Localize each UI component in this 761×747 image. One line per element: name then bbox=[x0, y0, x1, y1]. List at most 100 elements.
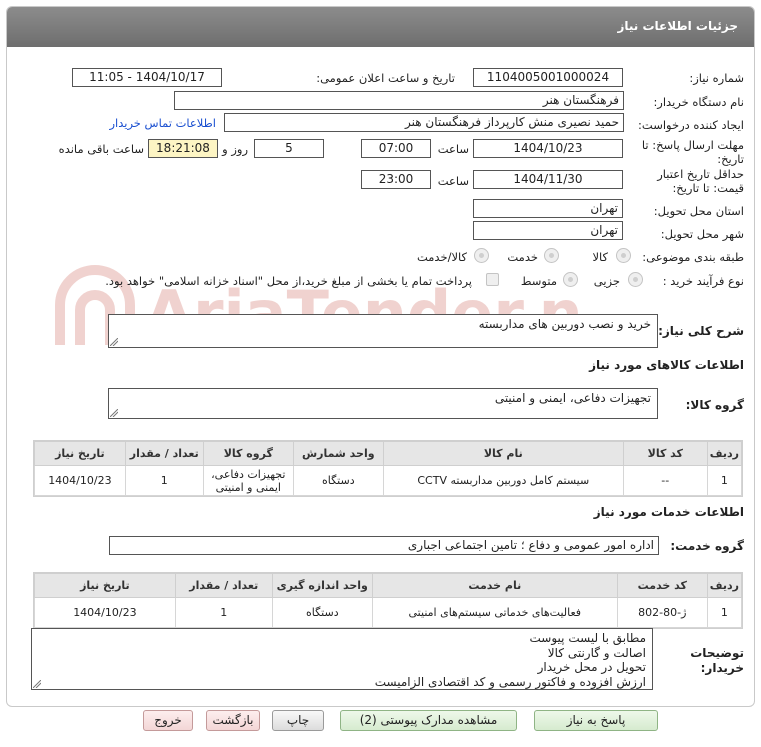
validity-date-field: 1404/11/30 bbox=[473, 170, 623, 189]
services-table: ردیف کد خدمت نام خدمت واحد اندازه گیری ت… bbox=[33, 572, 743, 629]
services-section-title: اطلاعات خدمات مورد نیاز bbox=[593, 505, 744, 519]
purchase-option-medium: متوسط bbox=[520, 274, 557, 288]
reply-button[interactable]: پاسخ به نیاز bbox=[534, 710, 658, 731]
days-label: روز و bbox=[222, 142, 248, 156]
province-field: تهران bbox=[473, 199, 623, 218]
goods-col-group: گروه کالا bbox=[202, 441, 294, 466]
purchase-radio-minor[interactable] bbox=[628, 272, 643, 287]
buyer-notes-label: توضیحات bbox=[690, 646, 744, 660]
category-option-goods: کالا bbox=[592, 250, 608, 264]
services-cell-row: 1 bbox=[706, 597, 743, 628]
services-col-qty: تعداد / مقدار bbox=[174, 573, 273, 598]
remaining-time-field: 18:21:08 bbox=[148, 139, 218, 158]
validity-time-field: 23:00 bbox=[361, 170, 431, 189]
goods-table-header: ردیف کد کالا نام کالا واحد شمارش گروه کا… bbox=[34, 441, 743, 466]
panel-header: جزئیات اطلاعات نیاز bbox=[7, 7, 754, 47]
buyer-note-line: مطابق با لیست پیوست bbox=[529, 631, 646, 645]
buyer-notes-field: مطابق با لیست پیوست اصالت و گارنتی کالا … bbox=[31, 628, 653, 690]
category-option-both: کالا/خدمت bbox=[416, 250, 467, 264]
city-field: تهران bbox=[473, 221, 623, 240]
services-col-name: نام خدمت bbox=[371, 573, 618, 598]
remaining-days-field: 5 bbox=[254, 139, 324, 158]
buyer-org-label: نام دستگاه خریدار: bbox=[653, 95, 744, 109]
resize-grip-icon bbox=[110, 338, 118, 346]
buyer-note-line: ارزش افزوده و فاکتور رسمی و کد اقتصادی ا… bbox=[374, 674, 646, 689]
table-row: 1 -- سیستم کامل دوربین مداربسته CCTV دست… bbox=[34, 465, 743, 496]
goods-cell-unit: دستگاه bbox=[292, 465, 384, 496]
remaining-label: ساعت باقی مانده bbox=[58, 142, 144, 156]
need-number-label: شماره نیاز: bbox=[689, 71, 744, 85]
services-cell-code: ژ-80-802 bbox=[616, 597, 708, 628]
goods-cell-name: سیستم کامل دوربین مداربسته CCTV bbox=[382, 465, 624, 496]
requester-field: حمید نصیری منش کارپرداز فرهنگستان هنر bbox=[224, 113, 624, 132]
services-col-date: تاریخ نیاز bbox=[34, 573, 176, 598]
category-radio-service[interactable] bbox=[544, 248, 559, 263]
buyer-note-line: اصالت و گارنتی کالا bbox=[547, 645, 646, 660]
validity-label: حداقل تاریخ اعتبار bbox=[657, 167, 744, 181]
goods-section-title: اطلاعات کالاهای مورد نیاز bbox=[589, 358, 744, 372]
services-table-header: ردیف کد خدمت نام خدمت واحد اندازه گیری ت… bbox=[34, 573, 743, 598]
back-button[interactable]: بازگشت bbox=[206, 710, 260, 731]
buyer-org-field: فرهنگستان هنر bbox=[174, 91, 624, 110]
exit-button[interactable]: خروج bbox=[143, 710, 193, 731]
services-group-label: گروه خدمت: bbox=[670, 539, 744, 553]
requester-label: ایجاد کننده درخواست: bbox=[638, 118, 744, 132]
announce-datetime-field: 1404/10/17 - 11:05 bbox=[72, 68, 222, 87]
treasury-note: پرداخت تمام یا بخشی از مبلغ خرید،از محل … bbox=[105, 274, 472, 288]
purchase-option-minor: جزیی bbox=[593, 274, 620, 288]
goods-col-code: کد کالا bbox=[622, 441, 708, 466]
services-cell-name: فعالیت‌های خدماتی سیستم‌های امنیتی bbox=[371, 597, 618, 628]
buyer-notes-label-2: خریدار: bbox=[700, 661, 744, 675]
table-row: 1 ژ-80-802 فعالیت‌های خدماتی سیستم‌های ا… bbox=[34, 597, 743, 628]
services-cell-qty: 1 bbox=[174, 597, 273, 628]
goods-col-name: نام کالا bbox=[382, 441, 624, 466]
print-button[interactable]: چاپ bbox=[272, 710, 324, 731]
validity-time-label: ساعت bbox=[437, 174, 469, 188]
announce-label: تاریخ و ساعت اعلان عمومی: bbox=[316, 71, 455, 85]
description-label: شرح کلی نیاز: bbox=[658, 324, 744, 338]
goods-cell-code: -- bbox=[622, 465, 708, 496]
goods-col-unit: واحد شمارش bbox=[292, 441, 384, 466]
validity-label-date: قیمت: تا تاریخ: bbox=[672, 181, 744, 195]
category-label: طبقه بندی موضوعی: bbox=[642, 250, 744, 264]
goods-cell-date: 1404/10/23 bbox=[34, 465, 126, 496]
services-col-unit: واحد اندازه گیری bbox=[271, 573, 373, 598]
goods-group-text: تجهیزات دفاعی، ایمنی و امنیتی bbox=[494, 391, 651, 405]
services-col-code: کد خدمت bbox=[616, 573, 708, 598]
goods-col-row: ردیف bbox=[706, 441, 743, 466]
deadline-time-label: ساعت bbox=[437, 142, 469, 156]
purchase-type-label: نوع فرآیند خرید : bbox=[662, 274, 744, 288]
goods-cell-group: تجهیزات دفاعی، ایمنی و امنیتی bbox=[202, 465, 294, 496]
buyer-contact-link[interactable]: اطلاعات تماس خریدار bbox=[109, 116, 216, 130]
goods-group-field: تجهیزات دفاعی، ایمنی و امنیتی bbox=[108, 388, 658, 419]
category-radio-both[interactable] bbox=[474, 248, 489, 263]
deadline-label: مهلت ارسال پاسخ: تا bbox=[641, 138, 744, 152]
deadline-label-date: تاریخ: bbox=[717, 152, 744, 166]
resize-grip-icon bbox=[33, 680, 41, 688]
services-group-field: اداره امور عمومی و دفاع ؛ تامین اجتماعی … bbox=[109, 536, 659, 555]
description-text: خرید و نصب دوربین های مداربسته bbox=[478, 317, 651, 331]
treasury-checkbox[interactable] bbox=[486, 273, 499, 286]
deadline-date-field: 1404/10/23 bbox=[473, 139, 623, 158]
services-cell-unit: دستگاه bbox=[271, 597, 373, 628]
province-label: استان محل تحویل: bbox=[653, 204, 744, 218]
category-radio-goods[interactable] bbox=[616, 248, 631, 263]
buyer-note-line: تحویل در محل خریدار bbox=[537, 660, 646, 674]
goods-group-label: گروه کالا: bbox=[685, 398, 744, 412]
goods-cell-qty: 1 bbox=[124, 465, 204, 496]
goods-cell-row: 1 bbox=[706, 465, 743, 496]
purchase-radio-medium[interactable] bbox=[563, 272, 578, 287]
deadline-time-field: 07:00 bbox=[361, 139, 431, 158]
panel-title: جزئیات اطلاعات نیاز bbox=[617, 19, 738, 33]
goods-col-qty: تعداد / مقدار bbox=[124, 441, 204, 466]
description-field: خرید و نصب دوربین های مداربسته bbox=[108, 314, 658, 348]
services-cell-date: 1404/10/23 bbox=[34, 597, 176, 628]
services-col-row: ردیف bbox=[706, 573, 743, 598]
resize-grip-icon bbox=[110, 409, 118, 417]
goods-table: ردیف کد کالا نام کالا واحد شمارش گروه کا… bbox=[33, 440, 743, 497]
goods-col-date: تاریخ نیاز bbox=[34, 441, 126, 466]
category-option-service: خدمت bbox=[507, 250, 538, 264]
city-label: شهر محل تحویل: bbox=[660, 227, 744, 241]
view-attachments-button[interactable]: مشاهده مدارک پیوستی (2) bbox=[340, 710, 517, 731]
need-number-field: 1104005001000024 bbox=[473, 68, 623, 87]
